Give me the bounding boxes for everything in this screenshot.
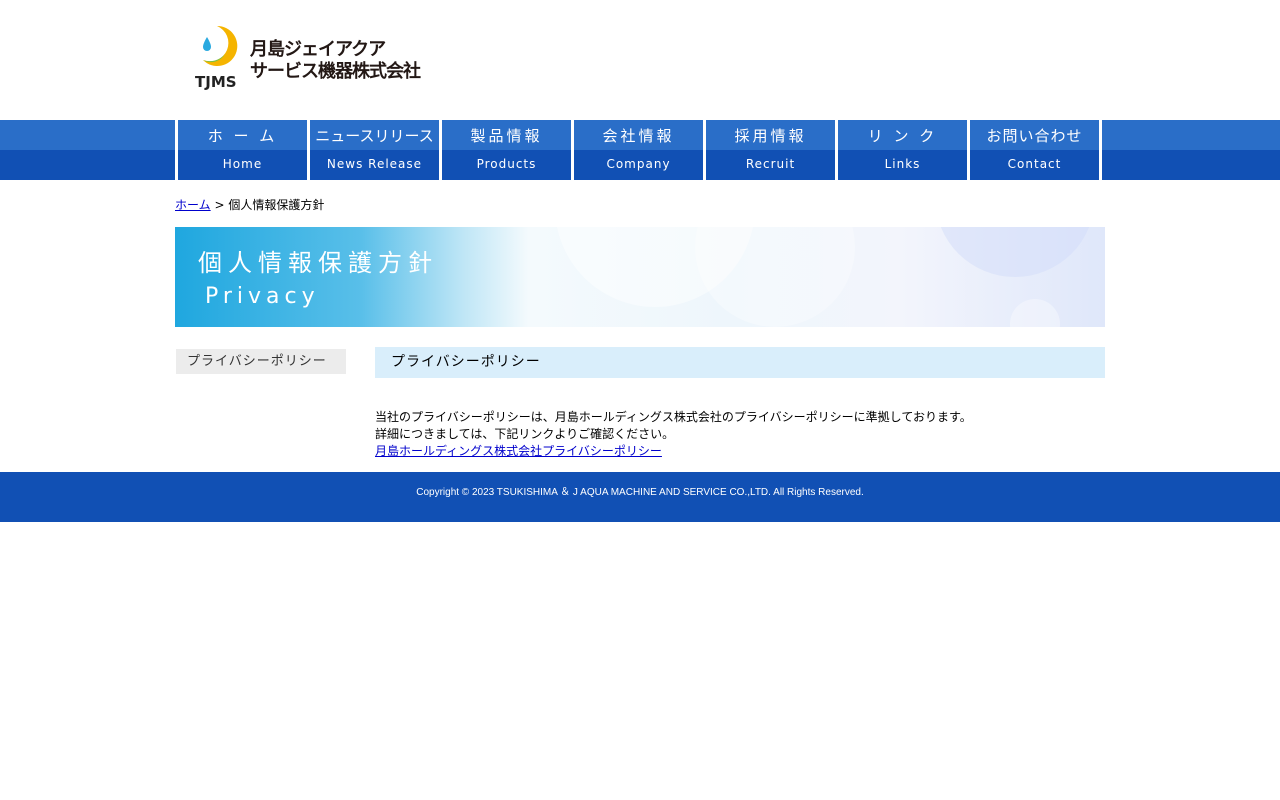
logo-abbreviation: TJMS — [195, 73, 237, 91]
nav-item-home[interactable]: ホ ー ム Home — [178, 120, 307, 180]
site-footer: Copyright © 2023 TSUKISHIMA ＆ J AQUA MAC… — [0, 472, 1280, 522]
nav-item-label-en: Company — [606, 157, 671, 171]
copyright-text: Copyright © 2023 TSUKISHIMA ＆ J AQUA MAC… — [416, 487, 864, 498]
nav-item-label-en: Links — [884, 157, 921, 171]
breadcrumb: ホーム > 個人情報保護方針 — [175, 196, 324, 213]
nav-item-label-jp: 会社情報 — [602, 127, 675, 145]
sidebar-item-privacy-policy[interactable]: プライバシーポリシー — [176, 349, 346, 374]
section-heading: プライバシーポリシー — [375, 347, 1105, 378]
body-text-line: 当社のプライバシーポリシーは、月島ホールディングス株式会社のプライバシーポリシー… — [375, 410, 972, 424]
nav-item-company[interactable]: 会社情報 Company — [574, 120, 703, 180]
nav-item-label-jp: 採用情報 — [734, 127, 807, 145]
nav-item-label-en: Products — [476, 157, 537, 171]
body-text-line: 詳細につきましては、下記リンクよりご確認ください。 — [375, 427, 675, 441]
nav-item-links[interactable]: リ ン ク Links — [838, 120, 967, 180]
nav-item-label-en: Contact — [1007, 157, 1062, 171]
global-nav: ホ ー ム Home ニュースリリース News Release 製品情報 Pr… — [0, 120, 1280, 180]
nav-item-recruit[interactable]: 採用情報 Recruit — [706, 120, 835, 180]
nav-item-label-jp: 製品情報 — [470, 127, 543, 145]
site-logo[interactable]: TJMS 月島ジェイアクア サービス機器株式会社 — [195, 24, 455, 92]
page-hero-banner: 個人情報保護方針 Privacy — [175, 227, 1105, 327]
page-title: 個人情報保護方針 — [198, 249, 438, 277]
nav-item-label-jp: ホ ー ム — [207, 127, 278, 145]
nav-item-label-en: News Release — [326, 157, 423, 171]
page-subtitle: Privacy — [205, 284, 320, 309]
nav-item-label-jp: ニュースリリース — [315, 127, 434, 145]
logo-company-name-line2: サービス機器株式会社 — [250, 61, 421, 82]
breadcrumb-current: 個人情報保護方針 — [228, 198, 325, 212]
breadcrumb-home-link[interactable]: ホーム — [175, 198, 211, 212]
nav-item-label-en: Recruit — [745, 157, 796, 171]
breadcrumb-separator: > — [210, 198, 229, 212]
main-content: 当社のプライバシーポリシーは、月島ホールディングス株式会社のプライバシーポリシー… — [375, 409, 972, 460]
nav-divider — [1099, 120, 1102, 180]
site-header: TJMS 月島ジェイアクア サービス機器株式会社 — [0, 0, 1280, 120]
nav-item-label-jp: リ ン ク — [867, 127, 938, 145]
logo-mark-icon — [203, 25, 238, 66]
holdings-privacy-policy-link[interactable]: 月島ホールディングス株式会社プライバシーポリシー — [375, 444, 662, 458]
nav-item-contact[interactable]: お問い合わせ Contact — [970, 120, 1099, 180]
nav-item-news-release[interactable]: ニュースリリース News Release — [310, 120, 439, 180]
nav-item-label-jp: お問い合わせ — [986, 127, 1083, 145]
nav-item-products[interactable]: 製品情報 Products — [442, 120, 571, 180]
nav-item-label-en: Home — [222, 157, 263, 171]
